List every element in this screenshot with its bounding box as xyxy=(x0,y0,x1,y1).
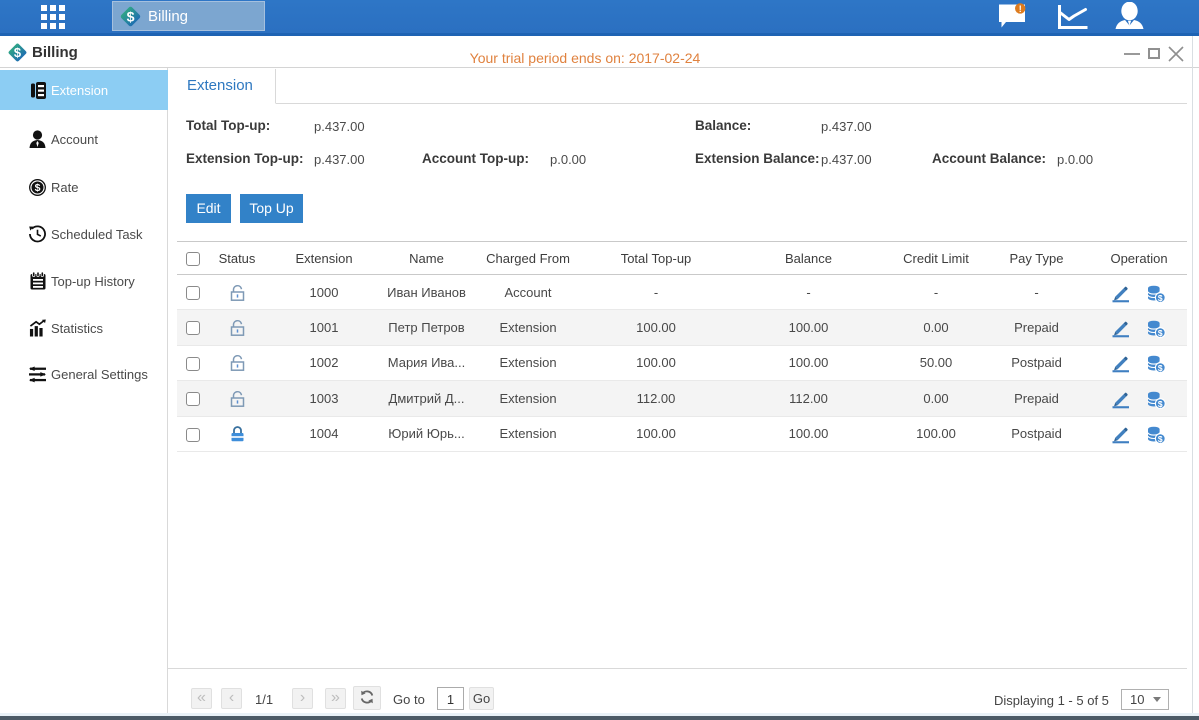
svg-text:$: $ xyxy=(1158,399,1163,409)
svg-text:$: $ xyxy=(1158,363,1163,373)
svg-text:$: $ xyxy=(1158,328,1163,338)
svg-text:$: $ xyxy=(35,182,41,194)
svg-text:$: $ xyxy=(1158,434,1163,444)
svg-text:$: $ xyxy=(127,8,135,24)
svg-text:!: ! xyxy=(1019,4,1022,14)
svg-text:$: $ xyxy=(1158,292,1163,302)
